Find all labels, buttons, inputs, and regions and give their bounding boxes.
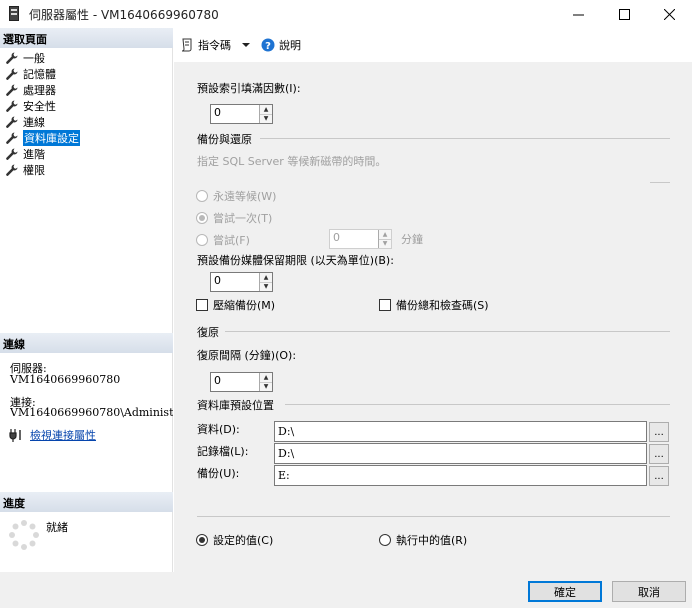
spin-down-icon[interactable]: ▼ — [379, 238, 391, 248]
backup-checksum-checkbox[interactable]: 備份總和檢查碼(S) — [379, 297, 489, 313]
chevron-down-icon[interactable] — [241, 40, 251, 50]
maximize-button[interactable] — [601, 0, 647, 28]
retention-label: 預設備份媒體保留期限 (以天為單位)(B): — [197, 254, 394, 267]
try-once-radio[interactable]: 嘗試一次(T) — [196, 210, 272, 226]
fill-factor-value[interactable]: 0 — [211, 105, 259, 123]
wrench-icon — [6, 116, 18, 128]
view-connection-properties-link[interactable]: 檢視連接屬性 — [30, 427, 96, 443]
maximize-icon — [618, 8, 630, 20]
spin-up-icon[interactable]: ▲ — [379, 230, 391, 239]
nav-item-label: 安全性 — [23, 100, 56, 113]
wrench-icon — [6, 100, 18, 112]
wrench-icon — [6, 164, 18, 176]
recovery-interval-value[interactable]: 0 — [211, 373, 259, 391]
fill-factor-label: 預設索引填滿因數(I): — [197, 82, 301, 95]
wrench-icon — [6, 148, 18, 160]
divider — [197, 516, 670, 517]
nav-item[interactable]: 一般 — [5, 50, 45, 66]
nav-item[interactable]: 權限 — [5, 162, 45, 178]
help-icon: ? — [261, 38, 275, 52]
backup-location-label: 備份(U): — [197, 467, 240, 480]
backup-description: 指定 SQL Server 等候新磁帶的時間。 — [197, 155, 387, 168]
running-values-radio[interactable]: 執行中的值(R) — [379, 532, 467, 548]
progress-status: 就緒 — [46, 521, 68, 534]
group-divider — [650, 182, 670, 183]
nav-item[interactable]: 安全性 — [5, 98, 56, 114]
nav-item[interactable]: 記憶體 — [5, 66, 56, 82]
wrench-icon — [6, 68, 18, 80]
nav-item-label: 進階 — [23, 148, 45, 161]
try-minutes-spinner[interactable]: 0 ▲ ▼ — [329, 229, 392, 249]
nav-item[interactable]: 資料庫設定 — [5, 130, 80, 146]
try-minutes-value[interactable]: 0 — [330, 230, 378, 248]
spin-down-icon[interactable]: ▼ — [260, 381, 272, 391]
help-button[interactable]: ? 說明 — [261, 37, 301, 53]
retention-value[interactable]: 0 — [211, 273, 259, 291]
data-location-label: 資料(D): — [197, 423, 240, 436]
spin-down-icon[interactable]: ▼ — [260, 281, 272, 291]
group-divider — [260, 138, 670, 139]
group-divider — [285, 404, 670, 405]
spin-up-icon[interactable]: ▲ — [260, 273, 272, 282]
spin-up-icon[interactable]: ▲ — [260, 105, 272, 114]
server-value: VM1640669960780 — [10, 373, 121, 386]
nav-item-label: 處理器 — [23, 84, 56, 97]
group-divider — [225, 331, 670, 332]
minimize-button[interactable] — [555, 0, 601, 28]
backup-restore-group-title: 備份與還原 — [197, 133, 252, 146]
recovery-interval-label: 復原間隔 (分鐘)(O): — [197, 349, 297, 362]
wrench-icon — [6, 52, 18, 64]
nav-item-label: 一般 — [23, 52, 45, 65]
progress-header: 進度 — [0, 492, 173, 512]
help-label: 說明 — [279, 39, 301, 52]
backup-location-input[interactable]: E: — [274, 465, 647, 486]
nav-item[interactable]: 處理器 — [5, 82, 56, 98]
spin-up-icon[interactable]: ▲ — [260, 373, 272, 382]
cancel-button[interactable]: 取消 — [612, 581, 686, 602]
connection-value: VM1640669960780\Administrator — [10, 406, 173, 419]
nav-item-label: 記憶體 — [23, 68, 56, 81]
script-icon — [181, 38, 192, 52]
nav-item-label: 資料庫設定 — [23, 130, 80, 146]
script-button[interactable]: 指令碼 — [180, 37, 231, 53]
log-location-input[interactable]: D:\ — [274, 443, 647, 464]
compress-backup-checkbox[interactable]: 壓縮備份(M) — [196, 297, 275, 313]
plug-icon — [9, 429, 21, 442]
close-button[interactable] — [646, 0, 692, 28]
select-page-header: 選取頁面 — [0, 28, 173, 48]
minimize-icon — [572, 14, 584, 15]
log-location-label: 記錄檔(L): — [197, 445, 249, 458]
svg-text:?: ? — [265, 41, 271, 52]
minutes-unit: 分鐘 — [401, 233, 423, 246]
configured-values-radio[interactable]: 設定的值(C) — [196, 532, 273, 548]
wrench-icon — [6, 132, 18, 144]
wrench-icon — [6, 84, 18, 96]
script-label: 指令碼 — [198, 39, 231, 52]
backup-browse-button[interactable]: ... — [649, 466, 669, 486]
title-bar: 伺服器屬性 - VM1640669960780 — [0, 0, 692, 28]
server-icon — [9, 6, 19, 21]
window-title: 伺服器屬性 - VM1640669960780 — [29, 8, 219, 22]
nav-item-label: 連線 — [23, 116, 45, 129]
retention-spinner[interactable]: 0 ▲ ▼ — [210, 272, 273, 292]
recovery-group-title: 復原 — [197, 326, 219, 339]
nav-item[interactable]: 連線 — [5, 114, 45, 130]
wait-forever-radio[interactable]: 永遠等候(W) — [196, 188, 276, 204]
recovery-interval-spinner[interactable]: 0 ▲ ▼ — [210, 372, 273, 392]
connection-header: 連線 — [0, 333, 173, 353]
close-icon — [663, 8, 675, 20]
ok-button[interactable]: 確定 — [528, 581, 602, 602]
locations-group-title: 資料庫預設位置 — [197, 399, 274, 412]
log-browse-button[interactable]: ... — [649, 444, 669, 464]
data-browse-button[interactable]: ... — [649, 422, 669, 442]
spin-down-icon[interactable]: ▼ — [260, 113, 272, 123]
nav-item[interactable]: 進階 — [5, 146, 45, 162]
try-for-radio[interactable]: 嘗試(F) — [196, 232, 250, 248]
toolbar: 指令碼 ? 說明 — [180, 34, 301, 56]
nav-item-label: 權限 — [23, 164, 45, 177]
progress-spinner-icon — [9, 520, 39, 550]
data-location-input[interactable]: D:\ — [274, 421, 647, 442]
fill-factor-spinner[interactable]: 0 ▲ ▼ — [210, 104, 273, 124]
